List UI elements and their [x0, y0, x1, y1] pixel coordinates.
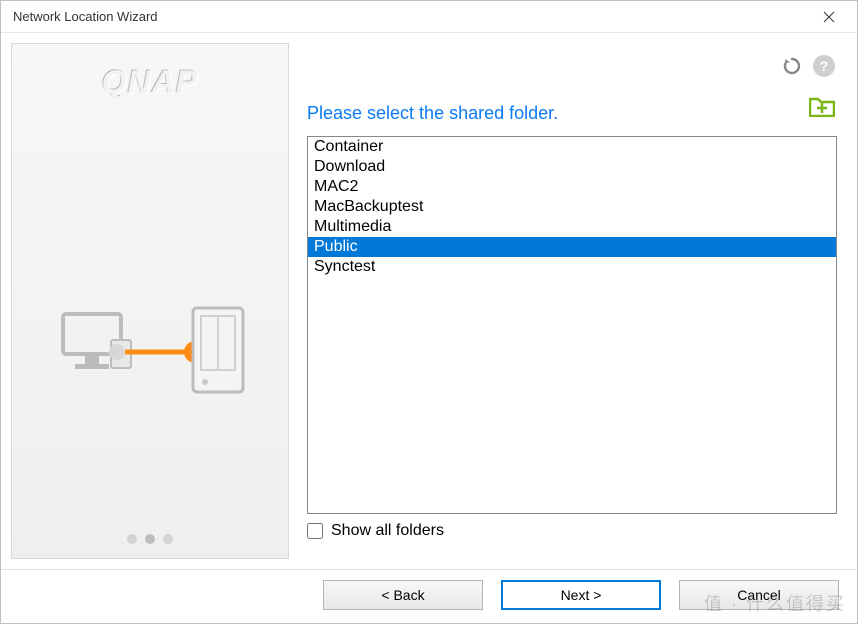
list-item[interactable]: MacBackuptest [308, 197, 836, 217]
back-button[interactable]: < Back [323, 580, 483, 610]
qnap-logo: QNAP [102, 64, 198, 101]
cancel-button[interactable]: Cancel [679, 580, 839, 610]
window-title: Network Location Wizard [13, 9, 809, 24]
next-button[interactable]: Next > [501, 580, 661, 610]
add-folder-button[interactable] [809, 95, 835, 120]
footer: < Back Next > Cancel [1, 569, 857, 623]
top-action-bar: ? [781, 55, 835, 77]
list-item[interactable]: Download [308, 157, 836, 177]
show-all-folders-row[interactable]: Show all folders [307, 522, 837, 540]
list-item[interactable]: Multimedia [308, 217, 836, 237]
help-icon: ? [820, 58, 829, 74]
progress-dots [12, 534, 288, 544]
show-all-checkbox[interactable] [307, 523, 323, 539]
body: QNAP [1, 33, 857, 569]
sidebar: QNAP [11, 43, 289, 559]
progress-dot-2 [145, 534, 155, 544]
progress-dot-1 [127, 534, 137, 544]
list-item[interactable]: Container [308, 137, 836, 157]
list-item[interactable]: MAC2 [308, 177, 836, 197]
instruction-text: Please select the shared folder. [307, 103, 837, 124]
connection-illustration [12, 294, 288, 404]
close-icon [823, 11, 835, 23]
list-item[interactable]: Synctest [308, 257, 836, 277]
progress-dot-3 [163, 534, 173, 544]
folder-listbox[interactable]: ContainerDownloadMAC2MacBackuptestMultim… [307, 136, 837, 514]
main-panel: ? Please select the shared folder. Conta… [289, 43, 847, 559]
show-all-label: Show all folders [331, 522, 444, 540]
titlebar: Network Location Wizard [1, 1, 857, 33]
list-item[interactable]: Public [308, 237, 836, 257]
close-button[interactable] [809, 3, 849, 31]
wizard-window: Network Location Wizard QNAP [0, 0, 858, 624]
help-button[interactable]: ? [813, 55, 835, 77]
refresh-button[interactable] [781, 55, 803, 77]
refresh-icon [782, 56, 802, 76]
add-folder-icon [809, 95, 835, 117]
